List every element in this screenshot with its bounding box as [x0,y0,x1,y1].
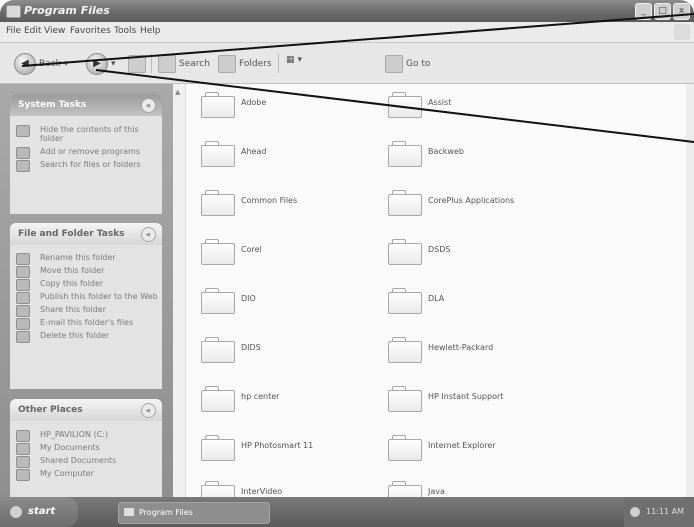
callout-lines [21,13,694,143]
callout-line [95,69,694,143]
callout-line [21,13,694,67]
screen: Program Files _ □ x File Edit View Favor… [0,0,694,527]
